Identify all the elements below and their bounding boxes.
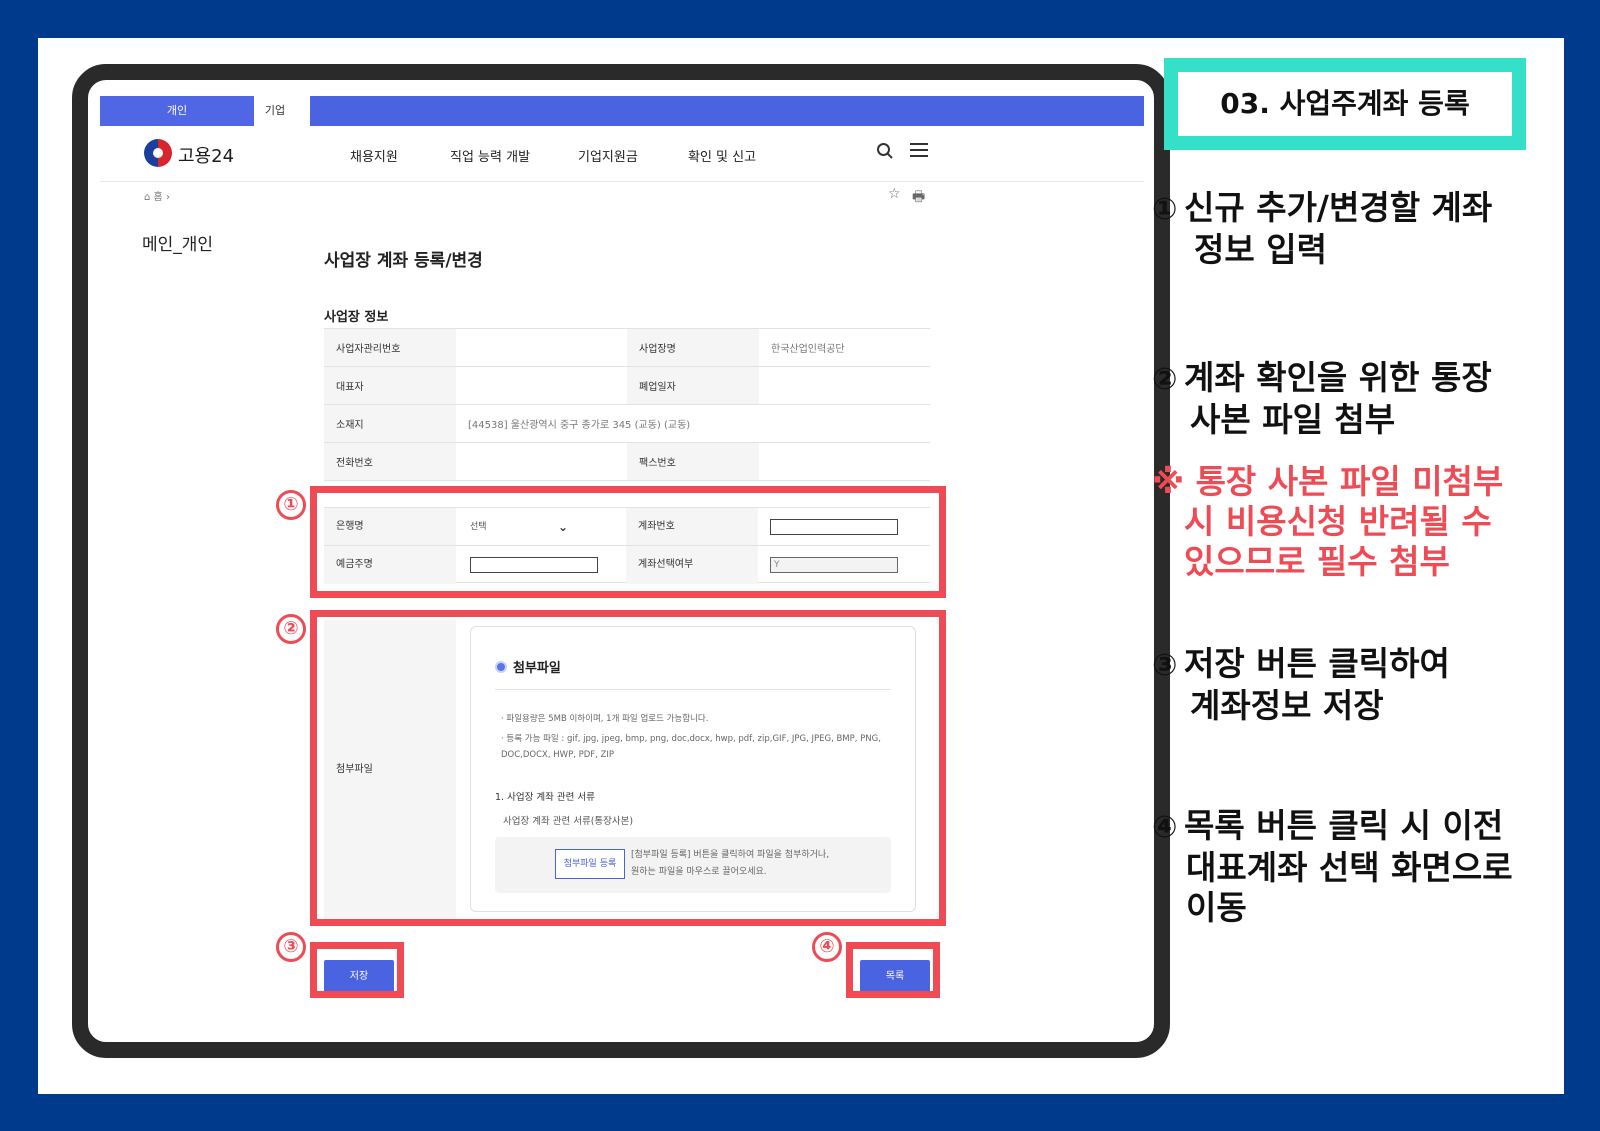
value-ceo	[456, 366, 627, 405]
step-title-box: 03. 사업주계좌 등록	[1164, 58, 1526, 150]
step-1-line-1: 신규 추가/변경할 계좌	[1184, 188, 1493, 227]
label-ceo: 대표자	[324, 366, 456, 405]
value-phone	[456, 442, 627, 481]
logo-text: 고용24	[178, 146, 235, 167]
step-4-line-1: 목록 버튼 클릭 시 이전	[1184, 806, 1504, 845]
label-address: 소재지	[324, 404, 456, 443]
tab-personal[interactable]: 개인	[100, 96, 254, 126]
menu-report[interactable]: 확인 및 신고	[688, 146, 756, 165]
tab-company[interactable]: 기업	[254, 96, 296, 126]
sidebar-title: 메인_개인	[142, 235, 214, 255]
step-3-line-2: 계좌정보 저장	[1190, 686, 1384, 725]
marker-4: ④	[812, 932, 842, 962]
highlight-list-button	[846, 942, 940, 998]
step-4-line-2: 대표계좌 선택 화면으로	[1186, 848, 1513, 887]
step-1-line-2: 정보 입력	[1194, 230, 1327, 269]
marker-2: ②	[276, 614, 306, 644]
table-row: 사업자관리번호 사업장명 한국산업인력공단	[324, 328, 930, 367]
step-2-number: ②	[1152, 362, 1178, 397]
warning-note: ※ 통장 사본 파일 미첨부 시 비용신청 반려될 수 있으므로 필수 첨부	[1152, 462, 1552, 582]
value-workplace-name: 한국산업인력공단	[759, 328, 930, 367]
warning-line-3: 있으므로 필수 첨부	[1184, 542, 1450, 581]
table-row: 대표자 폐업일자	[324, 366, 930, 405]
label-phone: 전화번호	[324, 442, 456, 481]
step-title: 03. 사업주계좌 등록	[1220, 87, 1470, 120]
step-4-line-3: 이동	[1186, 888, 1247, 927]
value-fax	[759, 442, 930, 481]
value-address: [44538] 울산광역시 중구 종가로 345 (교동) (교동)	[456, 404, 930, 443]
menu-subsidy[interactable]: 기업지원금	[578, 146, 638, 165]
step-4: ④ 목록 버튼 클릭 시 이전 대표계좌 선택 화면으로 이동	[1152, 806, 1552, 928]
table-row: 소재지 [44538] 울산광역시 중구 종가로 345 (교동) (교동)	[324, 404, 930, 443]
step-2: ② 계좌 확인을 위한 통장 사본 파일 첨부	[1152, 358, 1552, 440]
slide: 개인 기업 고용24 채용지원 직업 능력 개발 기업지원금 확인 및 신고 ⌂…	[38, 38, 1564, 1094]
step-3-line-1: 저장 버튼 클릭하여	[1184, 644, 1450, 683]
global-nav: 고용24 채용지원 직업 능력 개발 기업지원금 확인 및 신고	[100, 126, 1144, 182]
taegeuk-logo-icon	[144, 139, 172, 167]
breadcrumb: ⌂ 홈 ›	[144, 188, 170, 203]
section-title: 사업장 정보	[324, 310, 389, 325]
step-2-line-1: 계좌 확인을 위한 통장	[1184, 358, 1492, 397]
warning-line-1: ※ 통장 사본 파일 미첨부	[1152, 462, 1504, 501]
logo[interactable]: 고용24	[144, 139, 244, 169]
hamburger-menu-icon[interactable]	[908, 142, 930, 164]
step-3-number: ③	[1152, 648, 1178, 683]
step-3: ③ 저장 버튼 클릭하여 계좌정보 저장	[1152, 644, 1552, 726]
highlight-save-button	[310, 942, 404, 998]
print-icon[interactable]: 🖶	[912, 186, 925, 210]
step-2-line-2: 사본 파일 첨부	[1190, 400, 1396, 439]
marker-3: ③	[276, 932, 306, 962]
label-workplace-name: 사업장명	[627, 328, 759, 367]
workplace-info-table: 사업자관리번호 사업장명 한국산업인력공단 대표자 폐업일자 소재지 [4453…	[324, 328, 930, 481]
highlight-attachment	[310, 610, 946, 926]
value-biz-no	[456, 328, 627, 367]
step-1-number: ①	[1152, 192, 1178, 227]
menu-training[interactable]: 직업 능력 개발	[450, 146, 530, 165]
home-icon[interactable]: ⌂	[144, 192, 150, 203]
page-title: 사업장 계좌 등록/변경	[324, 251, 483, 271]
highlight-account-form	[310, 486, 946, 598]
tab-gap	[296, 96, 310, 126]
menu-recruit[interactable]: 채용지원	[350, 146, 398, 165]
step-1: ① 신규 추가/변경할 계좌 정보 입력	[1152, 188, 1552, 270]
value-closure-date	[759, 366, 930, 405]
label-closure-date: 폐업일자	[627, 366, 759, 405]
favorite-star-icon[interactable]: ☆	[888, 186, 901, 202]
label-fax: 팩스번호	[627, 442, 759, 481]
marker-1: ①	[276, 490, 306, 520]
breadcrumb-home[interactable]: 홈	[154, 192, 163, 203]
chevron-right-icon: ›	[165, 192, 170, 203]
table-row: 전화번호 팩스번호	[324, 442, 930, 481]
label-biz-no: 사업자관리번호	[324, 328, 456, 367]
step-4-number: ④	[1152, 810, 1178, 845]
top-user-tabs: 개인 기업	[100, 96, 1144, 126]
warning-line-2: 시 비용신청 반려될 수	[1184, 502, 1492, 541]
search-icon[interactable]	[874, 142, 896, 164]
